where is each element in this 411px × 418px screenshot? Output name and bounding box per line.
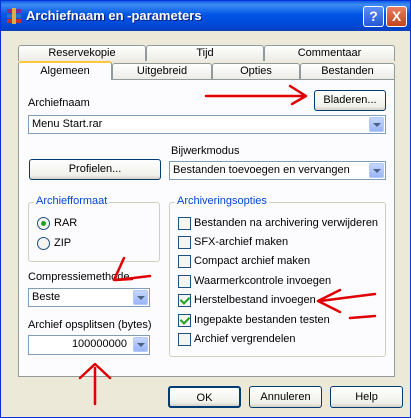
tab-algemeen[interactable]: Algemeen <box>18 61 112 80</box>
